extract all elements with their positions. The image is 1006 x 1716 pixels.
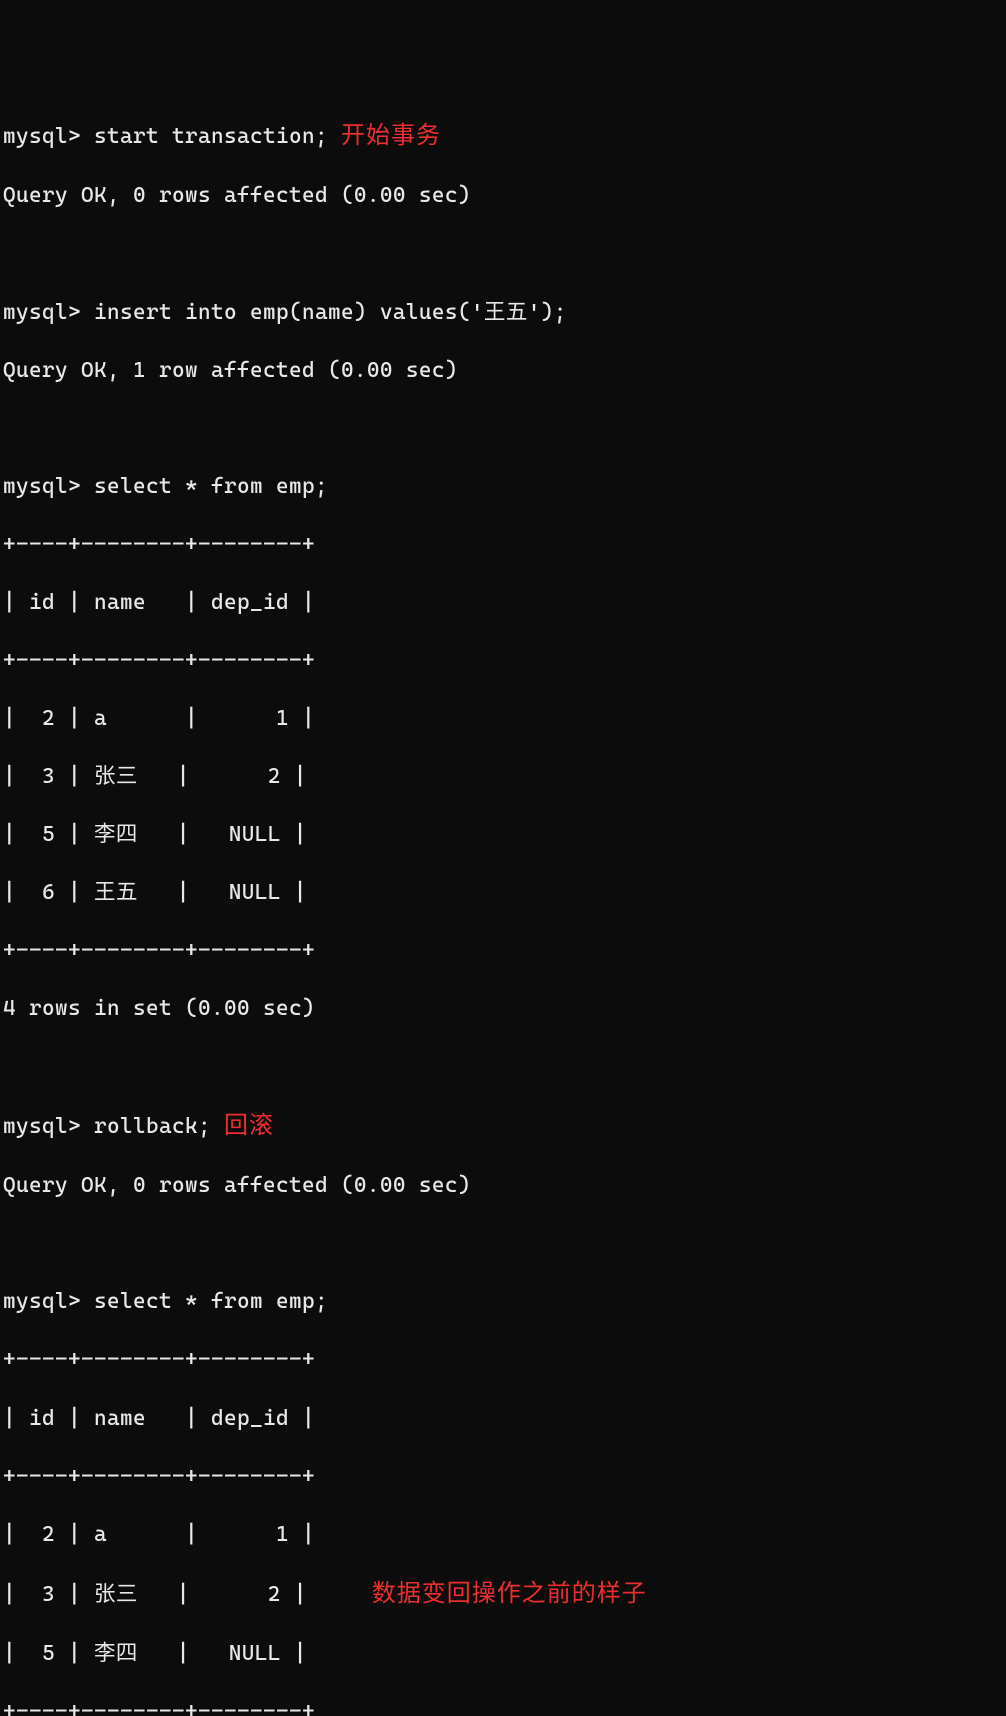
table-border: +----+--------+--------+ bbox=[3, 1462, 1003, 1491]
blank-line bbox=[3, 1229, 1003, 1258]
command-text: select * from emp; bbox=[94, 1289, 328, 1314]
command-text: start transaction; bbox=[94, 124, 328, 149]
table-row: | 3 | 张三 | 2 | 数据变回操作之前的样子 bbox=[3, 1578, 1003, 1610]
blank-line bbox=[3, 414, 1003, 443]
table-border: +----+--------+--------+ bbox=[3, 530, 1003, 559]
prompt: mysql> bbox=[3, 1289, 94, 1314]
result-line: Query OK, 0 rows affected (0.00 sec) bbox=[3, 1171, 1003, 1200]
prompt: mysql> bbox=[3, 124, 94, 149]
table-border: +----+--------+--------+ bbox=[3, 1345, 1003, 1374]
row-text: | 3 | 张三 | 2 | bbox=[3, 1582, 307, 1607]
command-text: rollback; bbox=[94, 1114, 211, 1139]
result-line: Query OK, 0 rows affected (0.00 sec) bbox=[3, 181, 1003, 210]
blank-line bbox=[3, 1052, 1003, 1081]
blank-line bbox=[3, 240, 1003, 269]
prompt: mysql> bbox=[3, 1114, 94, 1139]
table-row: | 6 | 王五 | NULL | bbox=[3, 878, 1003, 907]
cmd-line-select2: mysql> select * from emp; bbox=[3, 1287, 1003, 1316]
annotation-rollback: 回滚 bbox=[224, 1112, 274, 1139]
prompt: mysql> bbox=[3, 474, 94, 499]
table-row: | 2 | a | 1 | bbox=[3, 1520, 1003, 1549]
table-row: | 3 | 张三 | 2 | bbox=[3, 762, 1003, 791]
table-row: | 2 | a | 1 | bbox=[3, 704, 1003, 733]
prompt: mysql> bbox=[3, 300, 94, 325]
table-border: +----+--------+--------+ bbox=[3, 1697, 1003, 1716]
annotation-begin: 开始事务 bbox=[341, 122, 441, 149]
result-line: Query OK, 1 row affected (0.00 sec) bbox=[3, 356, 1003, 385]
table-border: +----+--------+--------+ bbox=[3, 936, 1003, 965]
table-row: | 5 | 李四 | NULL | bbox=[3, 1639, 1003, 1668]
command-text: insert into emp(name) values('王五'); bbox=[94, 300, 567, 325]
table-row: | 5 | 李四 | NULL | bbox=[3, 820, 1003, 849]
annotation-after: 数据变回操作之前的样子 bbox=[372, 1580, 647, 1607]
cmd-line-select1: mysql> select * from emp; bbox=[3, 472, 1003, 501]
cmd-line-insert: mysql> insert into emp(name) values('王五'… bbox=[3, 298, 1003, 327]
table-header: | id | name | dep_id | bbox=[3, 1404, 1003, 1433]
command-text: select * from emp; bbox=[94, 474, 328, 499]
result-line: 4 rows in set (0.00 sec) bbox=[3, 994, 1003, 1023]
table-border: +----+--------+--------+ bbox=[3, 646, 1003, 675]
cmd-line-rollback: mysql> rollback; 回滚 bbox=[3, 1110, 1003, 1142]
cmd-line-start-transaction: mysql> start transaction; 开始事务 bbox=[3, 120, 1003, 152]
table-header: | id | name | dep_id | bbox=[3, 588, 1003, 617]
